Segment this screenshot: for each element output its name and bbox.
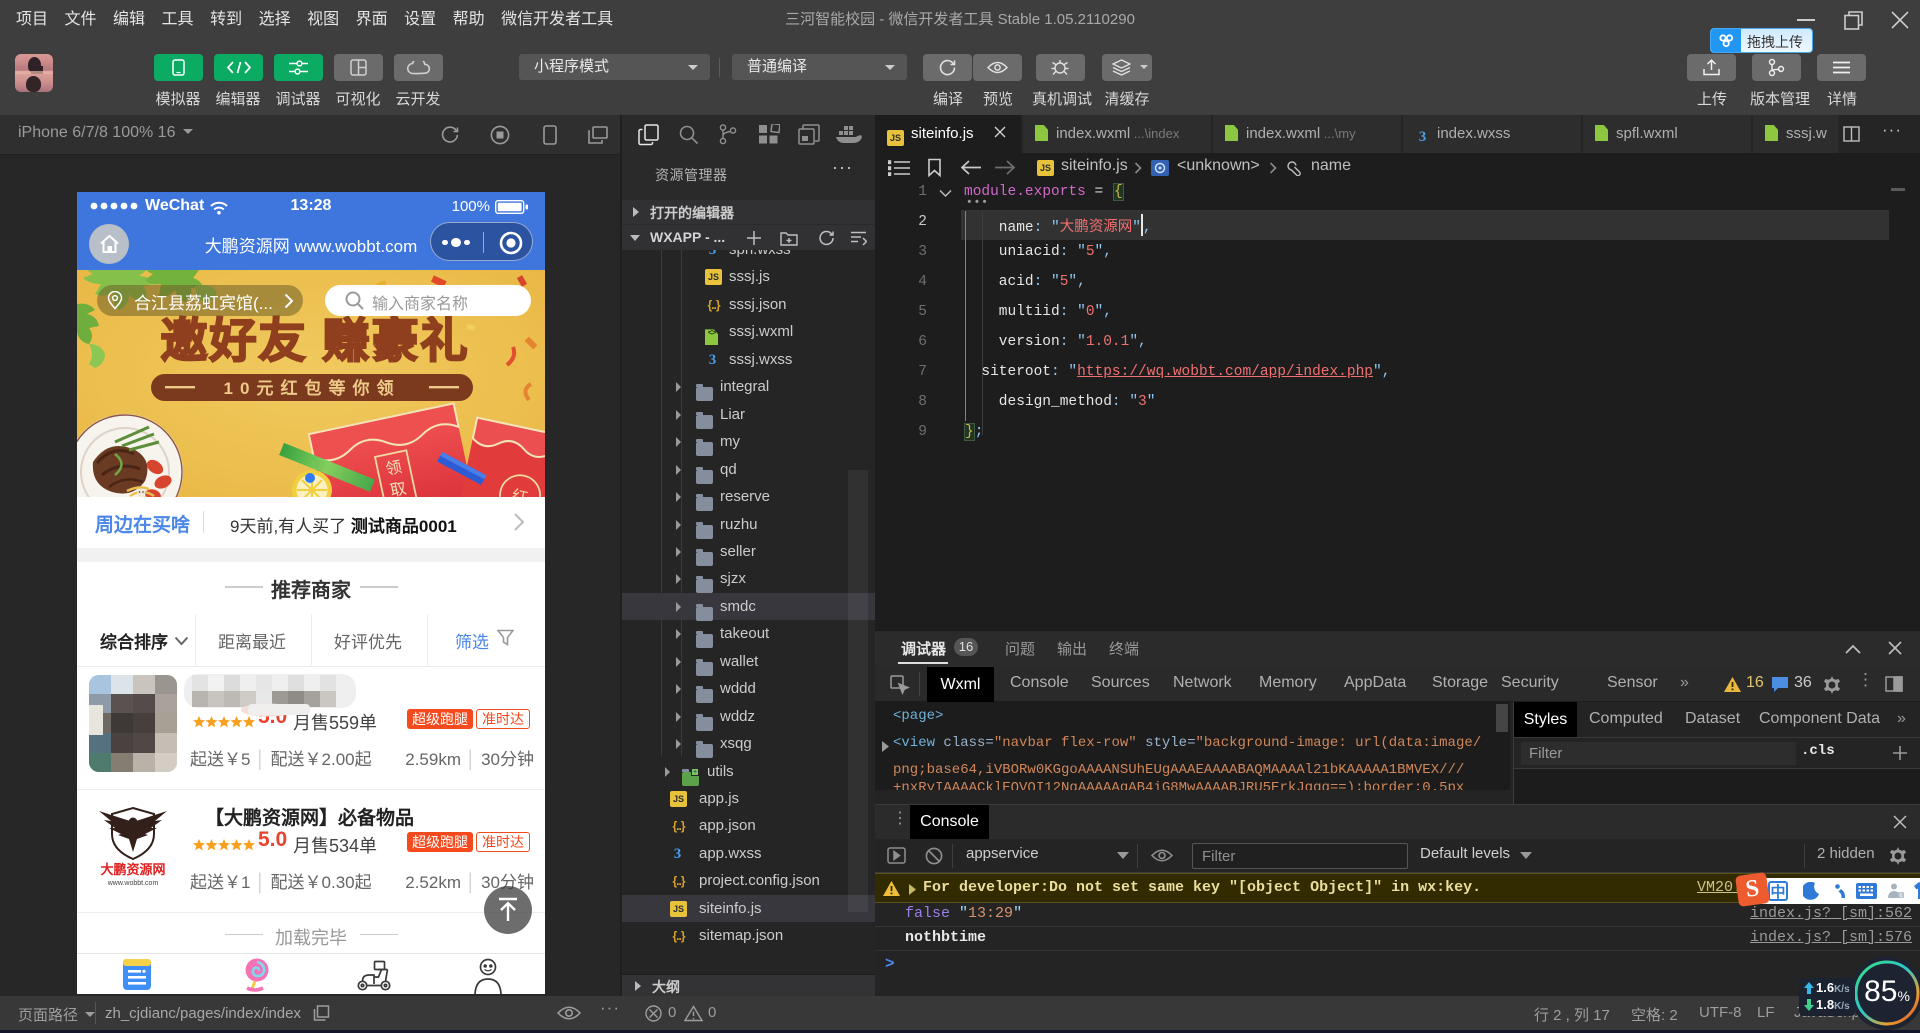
svg-text:6: 6	[1900, 893, 1903, 899]
svg-text:10元红包等你领: 10元红包等你领	[224, 378, 401, 398]
svg-text:www.wobbt.com: www.wobbt.com	[107, 880, 159, 887]
svg-text:大鹏资源网: 大鹏资源网	[100, 862, 165, 877]
svg-text:邀好友 赚豪礼: 邀好友 赚豪礼	[160, 314, 469, 367]
